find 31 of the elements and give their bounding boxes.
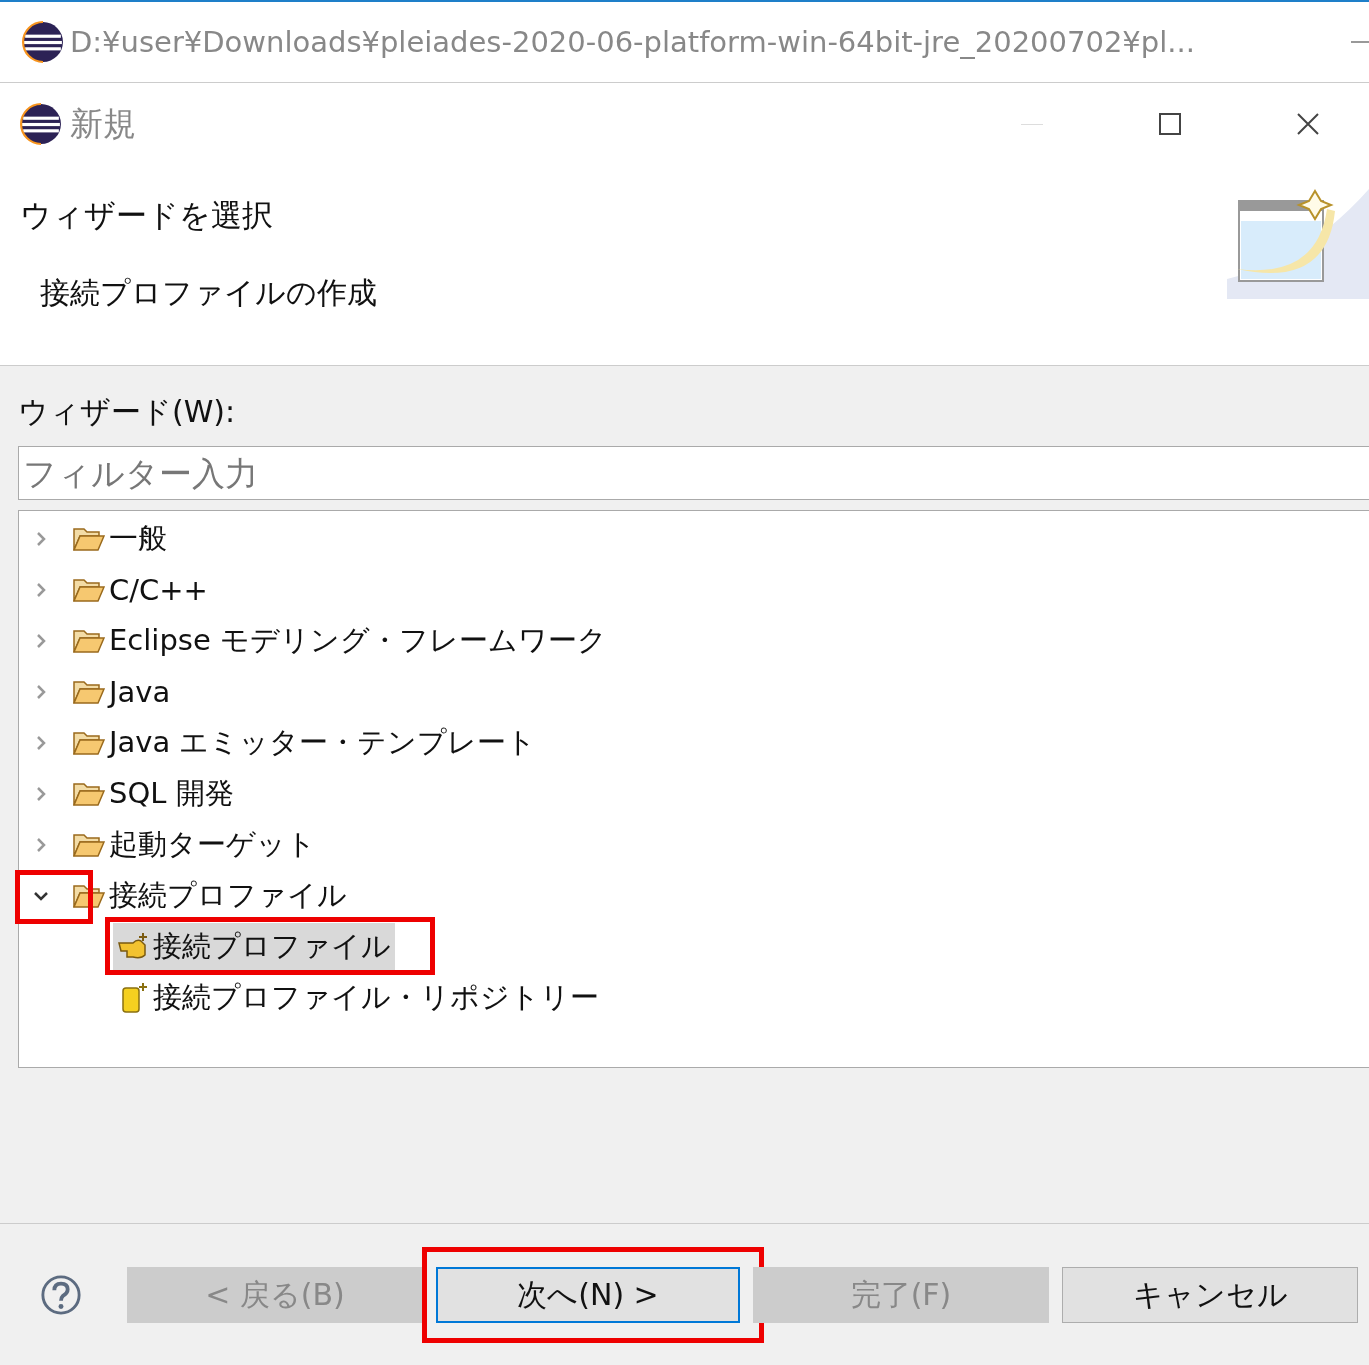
tree-item[interactable]: Java	[109, 674, 171, 709]
dialog-title: 新規	[70, 102, 136, 145]
help-icon[interactable]	[40, 1274, 82, 1316]
tree-item[interactable]: C/C++	[109, 572, 208, 607]
dialog-button[interactable]: キャンセル	[1062, 1267, 1358, 1323]
dialog-button[interactable]: 次へ(N) >	[436, 1267, 740, 1323]
tree-item[interactable]: 接続プロファイル	[113, 922, 395, 971]
close-icon[interactable]	[1297, 113, 1319, 135]
folder-icon	[73, 525, 105, 552]
tree-item[interactable]: Java エミッター・テンプレート	[109, 722, 537, 763]
folder-icon	[73, 627, 105, 654]
folder-icon	[73, 882, 105, 909]
eclipse-logo-icon	[20, 103, 62, 145]
wizard-description: 接続プロファイルの作成	[40, 274, 378, 312]
filter-field[interactable]: フィルター入力	[18, 446, 1369, 500]
folder-icon	[73, 576, 105, 603]
tree-item[interactable]: Eclipse モデリング・フレームワーク	[109, 620, 607, 661]
folder-icon	[73, 729, 105, 756]
window-title: D:¥user¥Downloads¥pleiades-2020-06-platform-win-64bit-jre_20200702¥pl...	[70, 25, 1195, 59]
wizard-title: ウィザードを選択	[20, 196, 274, 235]
folder-icon	[73, 678, 105, 705]
maximize-icon[interactable]	[1159, 113, 1181, 135]
tree-item[interactable]: 一般	[109, 518, 167, 559]
tree-item[interactable]: 接続プロファイル・リポジトリー	[113, 973, 603, 1022]
folder-icon	[73, 831, 105, 858]
eclipse-logo-icon	[22, 21, 64, 63]
tree-item[interactable]: 接続プロファイル	[109, 875, 347, 916]
tree-item[interactable]: 起動ターゲット	[109, 824, 316, 865]
folder-icon	[73, 780, 105, 807]
wizard-label: ウィザード(W):	[18, 393, 237, 431]
tree-item[interactable]: SQL 開発	[109, 773, 234, 814]
